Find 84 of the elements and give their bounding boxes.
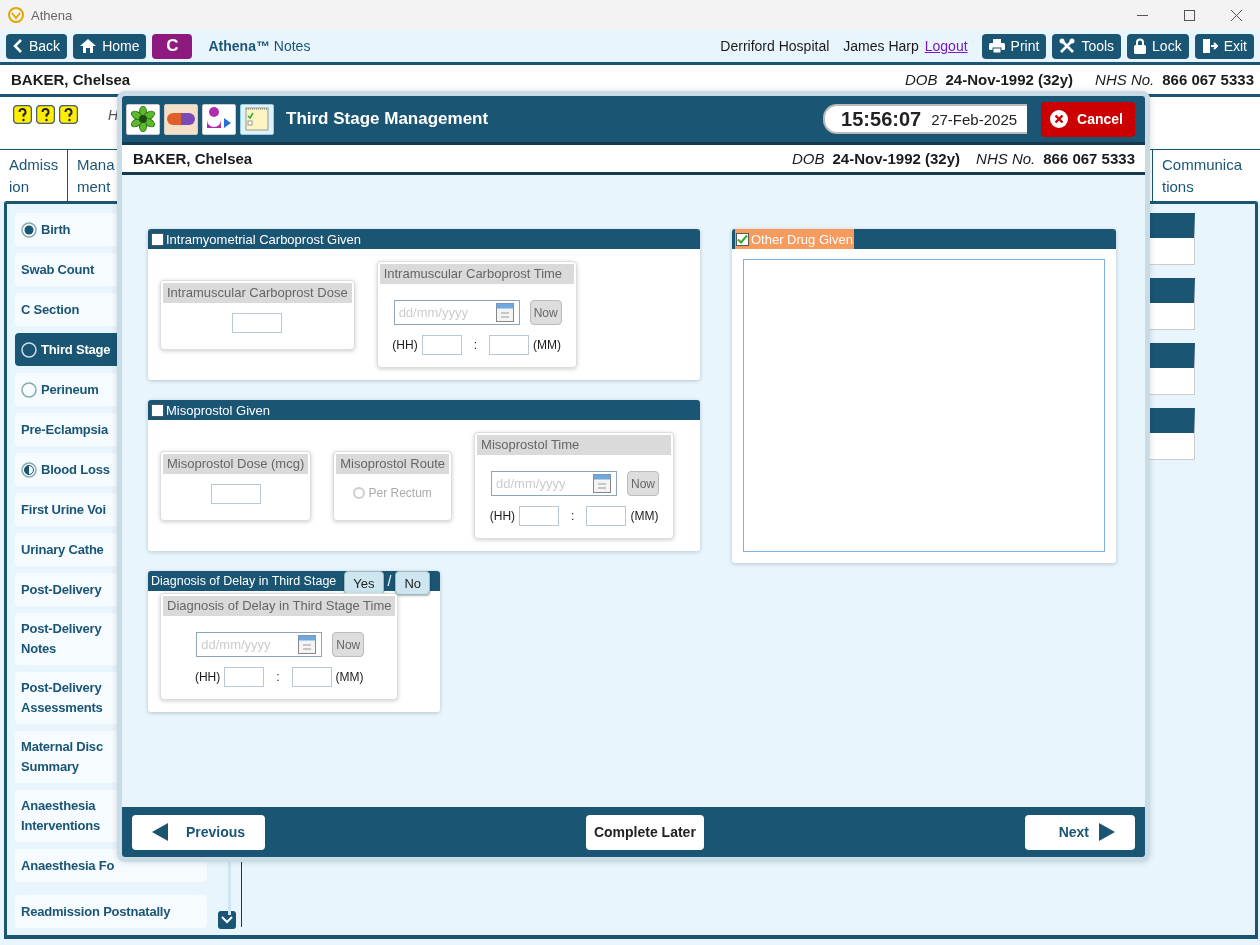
dob-label: DOB [904,71,938,88]
panel-title: Misoprostol Route [336,453,450,474]
next-button[interactable]: Next [1024,814,1135,850]
sidebar-item[interactable]: Readmission Postnatally [15,895,207,928]
lock-icon [1134,38,1147,54]
time-separator: : [571,509,575,523]
notepad-icon [244,106,270,132]
panel-title: Intramuscular Carboprost Dose [163,282,352,303]
pill-icon [167,113,195,125]
close-icon [1049,109,1070,129]
minute-label: (MM) [630,509,659,523]
help-icon[interactable] [59,105,78,124]
home-icon [80,39,97,53]
minute-label: (MM) [335,670,364,684]
radio-label: Per Rectum [368,485,432,500]
logo-icon [8,7,24,23]
hospital-name: Derriford Hospital [720,38,830,54]
scroll-down-button[interactable] [218,911,236,929]
nhs-number: 866 067 5333 [1162,71,1254,88]
toolbar-button[interactable] [164,103,198,135]
printer-icon [988,39,1005,53]
nhs-label: NHS No. [1095,71,1155,88]
minute-label: (MM) [533,338,561,352]
section-title: Other Drug Given [751,231,853,247]
logout-link[interactable]: Logout [924,38,968,54]
print-button[interactable]: Print [981,33,1047,59]
choice-button[interactable]: No [395,571,431,595]
dob-value: 24-Nov-1992 (32y) [945,71,1074,88]
chevron-down-icon [221,916,233,924]
patient-name: BAKER, Chelsea [11,71,131,88]
toolbar-button[interactable] [126,103,160,135]
flower-icon [130,106,156,132]
tools-button[interactable]: Tools [1052,33,1122,59]
cancel-button[interactable]: Cancel [1041,101,1135,137]
module-button[interactable]: C [152,33,193,59]
calendar-icon[interactable] [298,635,317,654]
nhs-number: 866 067 5333 [1043,150,1135,167]
panel-title: Intramuscular Carboprost Time [379,264,574,284]
hour-label: (HH) [392,338,418,352]
triangle-left-icon [152,823,168,841]
complete-later-button[interactable]: Complete Later [585,814,704,850]
dob-value: 24-Nov-1992 (32y) [832,150,961,167]
app-title: Athena™ Notes [208,38,311,54]
help-icon[interactable] [36,105,55,124]
checkbox[interactable] [736,232,749,246]
lock-button[interactable]: Lock [1127,33,1189,59]
help-icon[interactable] [13,105,32,124]
chevron-left-icon [13,39,23,53]
window-title: Athena [31,7,73,23]
patient-name: BAKER, Chelsea [133,150,253,167]
hour-label: (HH) [489,509,516,523]
choice-button[interactable]: Yes [344,571,384,595]
previous-button[interactable]: Previous [132,814,266,850]
time-separator: : [473,338,477,352]
card-background [1147,278,1195,330]
back-button[interactable]: Back [6,33,68,59]
toolbar-button[interactable] [202,103,236,135]
calendar-icon[interactable] [593,474,612,493]
exit-icon [1201,38,1218,54]
card-background [1147,408,1195,460]
option-separator: / [387,573,392,589]
panel-title: Misoprostol Time [477,435,672,455]
close-icon[interactable] [1231,9,1242,21]
triangle-right-icon [1099,823,1115,841]
exit-button[interactable]: Exit [1194,33,1254,59]
user-name: James Harp [843,38,919,54]
time-separator: : [276,670,280,684]
notes-field[interactable] [743,259,1105,552]
calendar-icon[interactable] [495,303,514,322]
toolbar-button[interactable] [240,103,274,135]
dob-label: DOB [791,150,825,167]
home-button[interactable]: Home [73,33,147,59]
card-background [1147,343,1195,395]
card-background [1147,213,1195,265]
dialog-title: Third Stage Management [286,109,489,129]
clock-time: 15:56:07 [841,107,922,131]
panel-title: Misoprostol Dose (mcg) [163,453,309,474]
checkbox[interactable] [151,403,164,417]
checkbox[interactable] [151,232,164,246]
clock-date: 27-Feb-2025 [931,110,1018,128]
tools-icon [1059,38,1076,54]
maximize-icon[interactable] [1184,9,1195,21]
panel-title: Diagnosis of Delay in Third Stage Time [163,596,396,616]
nhs-label: NHS No. [976,150,1036,167]
